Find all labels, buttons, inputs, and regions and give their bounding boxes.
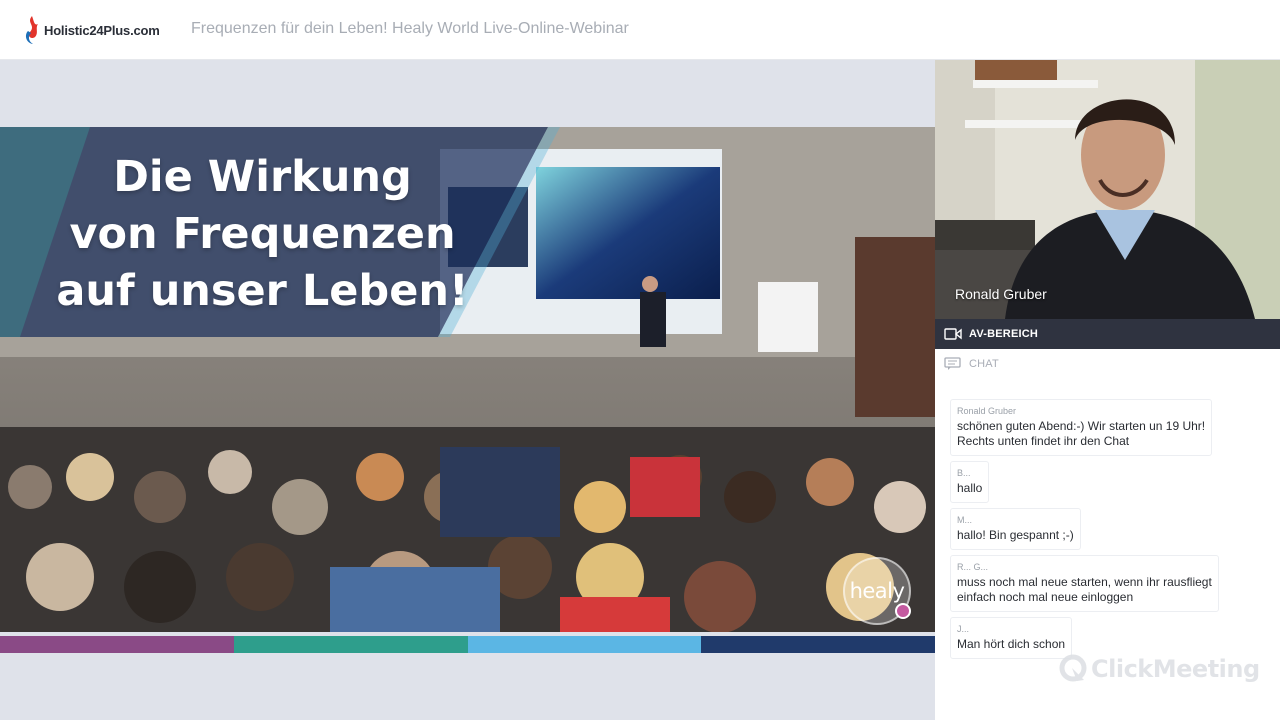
presenter-name: Ronald Gruber — [955, 286, 1047, 302]
clickmeeting-logo: ClickMeeting — [1058, 654, 1260, 684]
top-header: Holistic24Plus.com Frequenzen für dein L… — [0, 0, 1280, 60]
chat-message: R... G... muss noch mal neue starten, we… — [950, 555, 1219, 612]
right-panel: Ronald Gruber AV-BEREICH CHAT Ronald Gru… — [935, 60, 1280, 720]
headline-line-1: Die Wirkung — [113, 152, 412, 202]
chat-author: J... — [957, 624, 970, 634]
clickmeeting-text: ClickMeeting — [1091, 655, 1260, 683]
color-bar-segment-purple — [0, 636, 234, 653]
chat-text-line: einfach noch mal neue einloggen — [957, 590, 1134, 604]
holistic24plus-logo[interactable]: Holistic24Plus.com — [22, 14, 160, 46]
chat-text-line: hallo! Bin gespannt ;-) — [957, 528, 1074, 542]
chat-author: M... — [957, 515, 972, 525]
chat-message: B... hallo — [950, 461, 990, 503]
chat-message: Ronald Gruber schönen guten Abend:-) Wir… — [950, 399, 1213, 456]
color-bar-segment-navy — [701, 636, 935, 653]
slide-headline: Die Wirkung von Frequenzen auf unser Leb… — [40, 149, 485, 320]
webinar-title: Frequenzen für dein Leben! Healy World L… — [191, 20, 629, 37]
chat-text-line: Rechts unten findet ihr den Chat — [957, 434, 1130, 448]
chat-text-line: schönen guten Abend:-) Wir starten un 19… — [957, 419, 1206, 433]
video-camera-icon — [944, 328, 962, 340]
chat-author: Ronald Gruber — [957, 406, 1017, 416]
tab-av-area-label: AV-BEREICH — [969, 328, 1039, 340]
chat-text-line: muss noch mal neue starten, wenn ihr rau… — [957, 575, 1212, 589]
presenter-video[interactable]: Ronald Gruber — [935, 60, 1280, 319]
chat-icon — [944, 357, 961, 370]
clickmeeting-mark-icon — [1059, 654, 1087, 682]
presentation-stage: Die Wirkung von Frequenzen auf unser Leb… — [0, 60, 935, 720]
chat-text-line: Man hört dich schon — [957, 637, 1066, 651]
tab-av-area[interactable]: AV-BEREICH — [935, 319, 1280, 349]
logo-text: Holistic24Plus.com — [44, 22, 160, 38]
chat-text-line: hallo — [957, 481, 983, 495]
headline-line-2: von Frequenzen — [69, 209, 456, 259]
chat-message: M... hallo! Bin gespannt ;-) — [950, 508, 1081, 550]
slide-color-bar — [0, 636, 935, 653]
healy-dot-icon — [895, 603, 911, 619]
healy-logo: healy — [843, 557, 911, 625]
chat-author: B... — [957, 468, 971, 478]
chat-message-list: Ronald Gruber schönen guten Abend:-) Wir… — [950, 399, 1270, 664]
logo-flame-icon — [22, 15, 42, 45]
presenter-video-frame — [935, 60, 1280, 319]
healy-logo-text: healy — [849, 579, 905, 603]
presentation-slide: Die Wirkung von Frequenzen auf unser Leb… — [0, 127, 935, 632]
color-bar-segment-teal — [233, 636, 468, 653]
chat-author: R... G... — [957, 562, 989, 572]
tab-chat[interactable]: CHAT — [935, 349, 1280, 379]
color-bar-segment-blue — [467, 636, 702, 653]
tab-chat-label: CHAT — [969, 358, 999, 370]
headline-line-3: auf unser Leben! — [56, 266, 469, 316]
chat-message: J... Man hört dich schon — [950, 617, 1073, 659]
